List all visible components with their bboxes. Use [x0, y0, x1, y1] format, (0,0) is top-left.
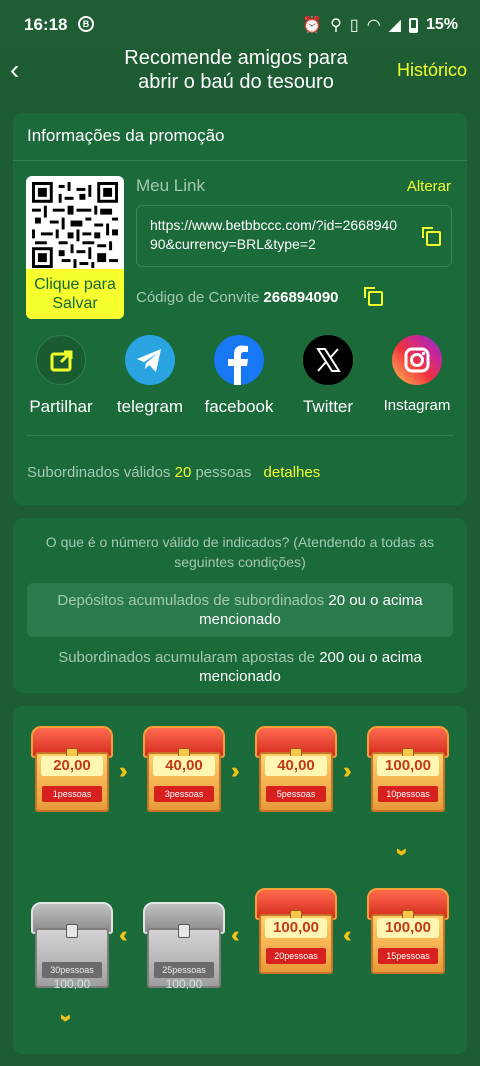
battery-icon: [408, 17, 418, 33]
conditions-question: O que é o número válido de indicados? (A…: [45, 534, 435, 570]
share-label-instagram: Instagram: [383, 397, 451, 414]
share-label-twitter: Twitter: [302, 397, 354, 416]
chest-amount: 100,00: [165, 977, 203, 991]
status-bar: 16:18 B ⏰ ⚲ ▯ ◠ ◢ 15%: [0, 0, 480, 50]
history-button[interactable]: Histórico: [397, 60, 467, 81]
lock-icon: [66, 924, 78, 938]
treasure-chest[interactable]: 100,00 15pessoas: [367, 888, 449, 974]
twitter-x-icon: [303, 335, 353, 385]
invite-code-label: Código de Convite: [136, 289, 260, 306]
treasure-chest[interactable]: 100,00 10pessoas: [367, 726, 449, 812]
share-label-facebook: facebook: [204, 397, 274, 416]
chevron-left-icon: ‹‹: [343, 922, 351, 947]
treasure-chest-locked[interactable]: 30pessoas: [31, 902, 113, 988]
chevron-down-icon: ››: [390, 847, 416, 851]
promotion-section-title: Informações da promoção: [13, 113, 467, 161]
valid-subordinates-row: Subordinados válidos 20 pessoas detalhes: [27, 464, 320, 481]
chest-amount: 40,00: [153, 756, 215, 776]
condition-deposits-value: 20: [328, 592, 346, 609]
treasure-chest[interactable]: 20,00 1pessoas: [31, 726, 113, 812]
page-title-line1: Recomende amigos para: [124, 47, 348, 69]
chest-people-tag: 10pessoas: [378, 786, 438, 802]
qr-code-icon: [32, 182, 118, 268]
change-link-button[interactable]: Alterar: [407, 178, 451, 195]
chevron-right-icon: ››: [119, 758, 127, 783]
save-qr-label-1: Clique para: [34, 276, 116, 293]
share-row: Partilhar telegram facebook Twitter Inst…: [13, 335, 467, 425]
qr-code-box[interactable]: Clique para Salvar: [26, 176, 124, 319]
chevron-down-icon: ››: [54, 1013, 80, 1017]
chest-amount: 40,00: [265, 756, 327, 776]
chevron-left-icon: ‹‹: [231, 922, 239, 947]
telegram-icon: [125, 335, 175, 385]
chest-amount: 100,00: [265, 918, 327, 938]
chest-people-tag: 5pessoas: [266, 786, 326, 802]
app-header: ‹ Recomende amigos para abrir o baú do t…: [0, 47, 480, 98]
lock-icon: [178, 924, 190, 938]
treasure-chest[interactable]: 100,00 20pessoas: [255, 888, 337, 974]
instagram-icon: [392, 335, 442, 385]
copy-code-icon[interactable]: [364, 287, 383, 306]
share-button-instagram[interactable]: Instagram: [372, 335, 462, 414]
chevron-right-icon: ››: [231, 758, 239, 783]
chest-people-tag: 25pessoas: [154, 962, 214, 978]
save-qr-button[interactable]: Clique para Salvar: [26, 269, 124, 319]
valid-subs-label: Subordinados válidos: [27, 464, 171, 481]
treasure-chest[interactable]: 40,00 5pessoas: [255, 726, 337, 812]
chest-amount: 20,00: [41, 756, 103, 776]
invite-code-row: Código de Convite 266894090: [136, 289, 339, 306]
conditions-card: O que é o número válido de indicados? (A…: [13, 518, 467, 693]
treasure-chests-card: 20,00 1pessoas ›› 40,00 3pessoas ›› 40,0…: [13, 706, 467, 1054]
chest-amount: 100,00: [53, 977, 91, 991]
divider: [26, 435, 454, 436]
share-label-telegram: telegram: [116, 397, 184, 416]
back-arrow-icon[interactable]: ‹: [10, 56, 30, 84]
treasure-chest[interactable]: 40,00 3pessoas: [143, 726, 225, 812]
details-link[interactable]: detalhes: [264, 464, 321, 481]
referral-link-text: https://www.betbbccc.com/?id=266894090&c…: [150, 217, 398, 252]
condition-deposits: Depósitos acumulados de subordinados 20 …: [27, 583, 453, 637]
wifi-icon: ◠: [366, 17, 381, 34]
invite-code-value: 266894090: [263, 289, 339, 306]
share-icon: [36, 335, 86, 385]
chevron-right-icon: ››: [343, 758, 351, 783]
chest-people-tag: 30pessoas: [42, 962, 102, 978]
chest-amount: 100,00: [377, 918, 439, 938]
share-button-facebook[interactable]: facebook: [194, 335, 284, 417]
b-notification-icon: B: [78, 16, 94, 32]
share-button-telegram[interactable]: telegram: [105, 335, 195, 417]
status-icons: ⏰ ⚲ ▯ ◠ ◢ 15%: [302, 15, 458, 35]
promotion-card: Informações da promoção Clique para Salv…: [13, 113, 467, 505]
signal-icon: ◢: [388, 17, 401, 34]
condition-bets-text: Subordinados acumularam apostas de: [58, 649, 316, 666]
chest-people-tag: 15pessoas: [378, 948, 438, 964]
copy-link-icon[interactable]: [422, 227, 441, 246]
battery-percent: 15%: [425, 16, 458, 33]
chest-people-tag: 20pessoas: [266, 948, 326, 964]
save-qr-label-2: Salvar: [52, 295, 98, 312]
chest-people-tag: 1pessoas: [42, 786, 102, 802]
treasure-chest-locked[interactable]: 25pessoas: [143, 902, 225, 988]
my-link-label: Meu Link: [136, 176, 205, 195]
condition-bets-value: 200: [319, 649, 345, 666]
share-label-partilhar: Partilhar: [29, 397, 93, 416]
condition-bets: Subordinados acumularam apostas de 200 o…: [27, 640, 453, 694]
valid-subs-count: 20: [174, 464, 192, 481]
condition-deposits-text: Depósitos acumulados de subordinados: [57, 592, 325, 609]
chest-amount: 100,00: [377, 756, 439, 776]
chest-people-tag: 3pessoas: [154, 786, 214, 802]
location-icon: ⚲: [330, 17, 342, 34]
page-title-line2: abrir o baú do tesouro: [138, 71, 334, 93]
chevron-left-icon: ‹‹: [119, 922, 127, 947]
valid-subs-unit: pessoas: [195, 464, 252, 481]
status-time: 16:18: [24, 15, 68, 34]
page-title: Recomende amigos para abrir o baú do tes…: [80, 46, 392, 94]
facebook-icon: [214, 335, 264, 385]
alarm-icon: ⏰: [302, 17, 323, 34]
share-button-twitter[interactable]: Twitter: [283, 335, 373, 417]
share-button-partilhar[interactable]: Partilhar: [16, 335, 106, 417]
referral-link-box[interactable]: https://www.betbbccc.com/?id=266894090&c…: [136, 205, 452, 267]
vibrate-icon: ▯: [349, 17, 359, 34]
